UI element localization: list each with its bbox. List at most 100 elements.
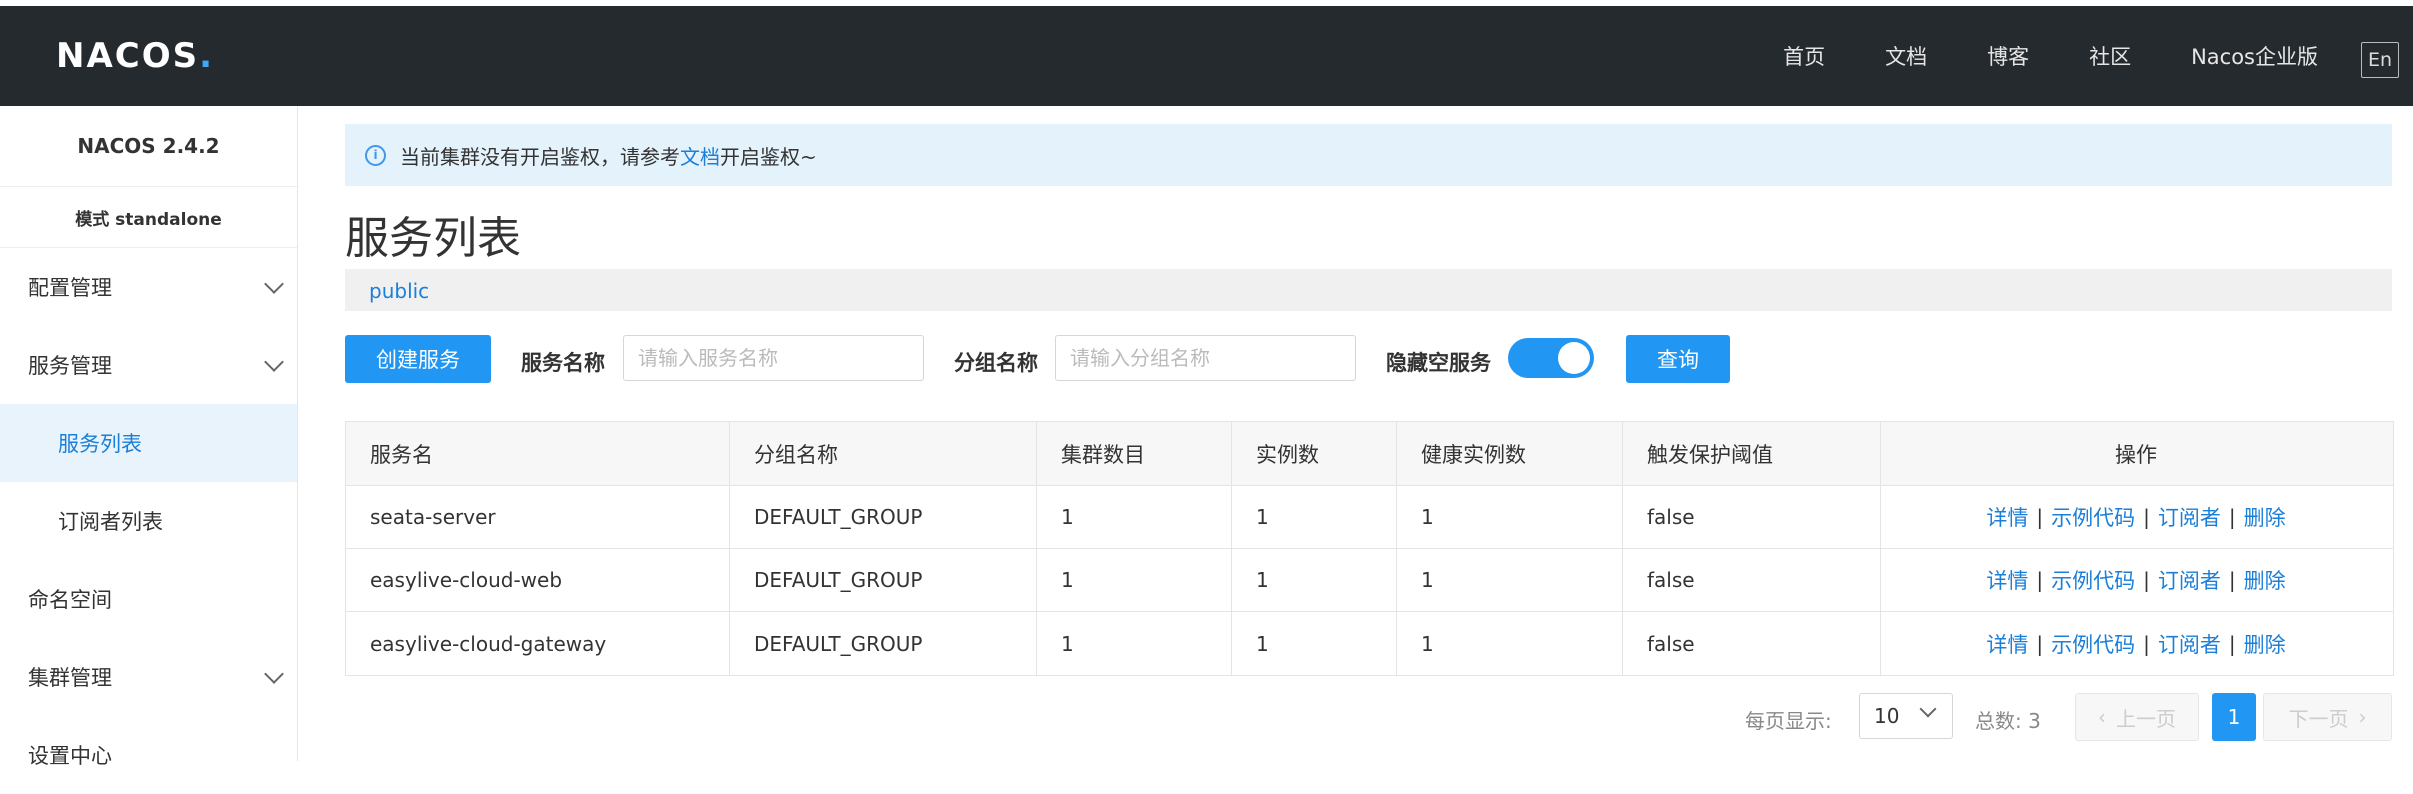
- notice-suffix: 开启鉴权~: [720, 144, 817, 169]
- protect-threshold-cell: false: [1623, 486, 1881, 548]
- subscriber-link[interactable]: 订阅者: [2158, 629, 2221, 659]
- mode-label: 模式 standalone: [0, 187, 297, 248]
- namespace-bar: public: [345, 269, 2392, 311]
- actions-cell: 详情 | 示例代码 | 订阅者 | 删除: [1881, 486, 2391, 548]
- nacos-logo[interactable]: NACOS.: [56, 36, 214, 76]
- sidebar-item-label: 集群管理: [28, 666, 112, 690]
- column-header: 健康实例数: [1397, 422, 1623, 485]
- sidebar-item-namespace[interactable]: 命名空间: [0, 560, 297, 638]
- sidebar-item-label: 订阅者列表: [58, 510, 163, 534]
- nav-blog[interactable]: 博客: [1987, 41, 2029, 71]
- service-name-cell: easylive-cloud-web: [346, 549, 730, 611]
- cluster-count-cell: 1: [1037, 612, 1232, 675]
- prev-page-button[interactable]: ‹ 上一页: [2075, 693, 2199, 741]
- next-label: 下一页: [2288, 706, 2349, 731]
- detail-link[interactable]: 详情: [1986, 629, 2028, 659]
- sidebar-item-config-management[interactable]: 配置管理: [0, 248, 297, 326]
- sidebar-item-subscriber-list[interactable]: 订阅者列表: [0, 482, 297, 560]
- chevron-right-icon: ›: [2358, 705, 2367, 729]
- toggle-knob: [1558, 342, 1590, 374]
- healthy-count-cell: 1: [1397, 549, 1623, 611]
- notice-prefix: 当前集群没有开启鉴权，请参考: [400, 144, 680, 169]
- per-page-select[interactable]: 10: [1859, 693, 1953, 739]
- sample-code-link[interactable]: 示例代码: [2051, 502, 2135, 532]
- top-navbar: NACOS. 首页 文档 博客 社区 Nacos企业版 En: [0, 6, 2413, 106]
- group-cell: DEFAULT_GROUP: [730, 549, 1037, 611]
- group-name-input[interactable]: 请输入分组名称: [1055, 335, 1356, 381]
- query-button[interactable]: 查询: [1626, 335, 1730, 383]
- sidebar-item-label: 命名空间: [28, 588, 112, 612]
- subscriber-link[interactable]: 订阅者: [2158, 502, 2221, 532]
- column-header: 集群数目: [1037, 422, 1232, 485]
- service-table: 服务名 分组名称 集群数目 实例数 健康实例数 触发保护阈值 操作 seata-…: [345, 421, 2394, 676]
- healthy-count-cell: 1: [1397, 486, 1623, 548]
- auth-notice: i 当前集群没有开启鉴权，请参考 文档 开启鉴权~: [345, 124, 2392, 186]
- per-page-label: 每页显示:: [1745, 709, 1832, 733]
- table-row: seata-server DEFAULT_GROUP 1 1 1 false 详…: [346, 486, 2393, 549]
- column-header: 分组名称: [730, 422, 1037, 485]
- sidebar-item-settings[interactable]: 设置中心: [0, 716, 297, 794]
- namespace-public[interactable]: public: [369, 279, 429, 303]
- version-label: NACOS 2.4.2: [0, 106, 297, 187]
- sidebar-item-label: 设置中心: [28, 744, 112, 768]
- service-name-cell: seata-server: [346, 486, 730, 548]
- language-toggle-button[interactable]: En: [2361, 42, 2399, 78]
- chevron-down-icon: [264, 664, 284, 684]
- top-nav: 首页 文档 博客 社区 Nacos企业版: [1783, 6, 2318, 106]
- sidebar-item-label: 服务列表: [58, 432, 142, 456]
- chevron-down-icon: [264, 352, 284, 372]
- instance-count-cell: 1: [1232, 549, 1397, 611]
- chevron-down-icon: [1919, 700, 1937, 718]
- nav-home[interactable]: 首页: [1783, 41, 1825, 71]
- table-row: easylive-cloud-web DEFAULT_GROUP 1 1 1 f…: [346, 549, 2393, 612]
- notice-docs-link[interactable]: 文档: [680, 141, 720, 170]
- detail-link[interactable]: 详情: [1986, 565, 2028, 595]
- chevron-left-icon: ‹: [2098, 705, 2106, 729]
- group-name-label: 分组名称: [954, 351, 1038, 375]
- sidebar: NACOS 2.4.2 模式 standalone 配置管理 服务管理 服务列表…: [0, 106, 298, 768]
- service-name-input[interactable]: 请输入服务名称: [623, 335, 924, 381]
- delete-link[interactable]: 删除: [2244, 629, 2286, 659]
- nav-community[interactable]: 社区: [2089, 41, 2131, 71]
- per-page-value: 10: [1874, 704, 1900, 728]
- subscriber-link[interactable]: 订阅者: [2158, 565, 2221, 595]
- healthy-count-cell: 1: [1397, 612, 1623, 675]
- column-header: 触发保护阈值: [1623, 422, 1881, 485]
- chevron-down-icon: [264, 274, 284, 294]
- sidebar-item-label: 配置管理: [28, 276, 112, 300]
- actions-cell: 详情 | 示例代码 | 订阅者 | 删除: [1881, 549, 2391, 611]
- table-row: easylive-cloud-gateway DEFAULT_GROUP 1 1…: [346, 612, 2393, 675]
- create-service-button[interactable]: 创建服务: [345, 335, 491, 383]
- info-icon: i: [365, 144, 386, 166]
- group-cell: DEFAULT_GROUP: [730, 486, 1037, 548]
- total-count: 总数: 3: [1975, 709, 2041, 733]
- group-cell: DEFAULT_GROUP: [730, 612, 1037, 675]
- table-header-row: 服务名 分组名称 集群数目 实例数 健康实例数 触发保护阈值 操作: [346, 422, 2393, 486]
- sample-code-link[interactable]: 示例代码: [2051, 565, 2135, 595]
- hide-empty-toggle[interactable]: [1508, 338, 1594, 378]
- next-page-button[interactable]: 下一页 ›: [2263, 693, 2392, 741]
- cluster-count-cell: 1: [1037, 486, 1232, 548]
- filter-bar: 创建服务 服务名称 请输入服务名称 分组名称 请输入分组名称 隐藏空服务 查询: [345, 335, 2392, 383]
- protect-threshold-cell: false: [1623, 612, 1881, 675]
- delete-link[interactable]: 删除: [2244, 565, 2286, 595]
- nav-docs[interactable]: 文档: [1885, 41, 1927, 71]
- sidebar-item-service-list[interactable]: 服务列表: [0, 404, 297, 482]
- actions-cell: 详情 | 示例代码 | 订阅者 | 删除: [1881, 612, 2391, 675]
- nav-enterprise[interactable]: Nacos企业版: [2191, 41, 2318, 71]
- service-name-cell: easylive-cloud-gateway: [346, 612, 730, 675]
- page-title: 服务列表: [345, 213, 521, 264]
- delete-link[interactable]: 删除: [2244, 502, 2286, 532]
- detail-link[interactable]: 详情: [1986, 502, 2028, 532]
- instance-count-cell: 1: [1232, 612, 1397, 675]
- protect-threshold-cell: false: [1623, 549, 1881, 611]
- pagination: 每页显示: 10 总数: 3 ‹ 上一页 1 下一页 ›: [345, 693, 2392, 741]
- sidebar-item-cluster-management[interactable]: 集群管理: [0, 638, 297, 716]
- service-name-label: 服务名称: [521, 351, 605, 375]
- sidebar-item-service-management[interactable]: 服务管理: [0, 326, 297, 404]
- prev-label: 上一页: [2116, 706, 2176, 731]
- column-header: 操作: [2115, 442, 2157, 467]
- sample-code-link[interactable]: 示例代码: [2051, 629, 2135, 659]
- cluster-count-cell: 1: [1037, 549, 1232, 611]
- page-1-button[interactable]: 1: [2212, 693, 2256, 741]
